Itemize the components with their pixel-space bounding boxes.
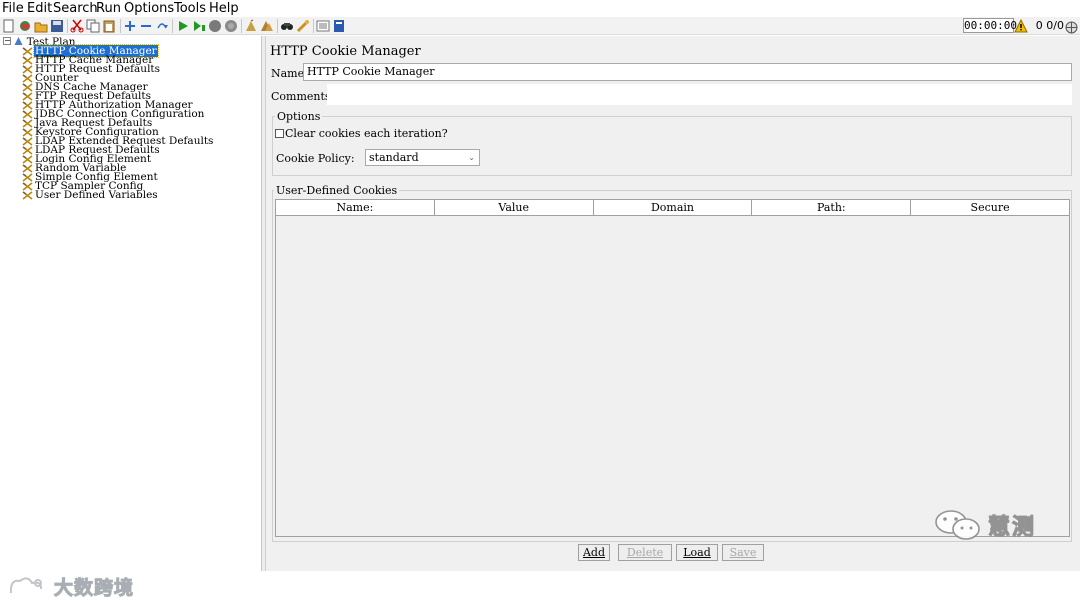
- col-secure[interactable]: Secure: [911, 200, 1069, 215]
- thread-counts: 0 0/0: [1035, 19, 1064, 32]
- config-element-icon: [22, 101, 34, 110]
- config-element-icon: [22, 182, 34, 191]
- watermark-left-text: 大数跨境: [53, 576, 135, 599]
- save-icon[interactable]: [50, 19, 64, 33]
- delete-button[interactable]: Delete: [618, 544, 672, 561]
- menu-bar: File Edit Search Run Options Tools Help: [0, 0, 1080, 17]
- watermark-right-text: 慧测: [987, 515, 1037, 541]
- clear-icon[interactable]: [244, 19, 258, 33]
- paste-icon[interactable]: [102, 19, 116, 33]
- open-icon[interactable]: [34, 19, 48, 33]
- panel-title: HTTP Cookie Manager: [270, 44, 421, 59]
- toolbar: 00:00:00 0 0/0: [0, 17, 1080, 35]
- config-element-icon: [22, 146, 34, 155]
- collapse-icon[interactable]: [139, 19, 153, 33]
- cookies-label: User-Defined Cookies: [274, 184, 400, 197]
- help-icon[interactable]: [332, 19, 346, 33]
- col-name[interactable]: Name:: [276, 200, 435, 215]
- config-element-icon: [22, 56, 34, 65]
- menu-tools[interactable]: Tools: [174, 1, 206, 16]
- start-no-pauses-icon[interactable]: [192, 19, 206, 33]
- config-element-icon: [22, 47, 34, 56]
- toggle-icon[interactable]: [155, 19, 169, 33]
- new-icon[interactable]: [2, 19, 16, 33]
- search-icon[interactable]: [280, 19, 294, 33]
- collapse-toggle-icon[interactable]: −: [3, 37, 11, 45]
- menu-edit[interactable]: Edit: [27, 1, 52, 16]
- watermark-right: 慧测: [934, 508, 1036, 542]
- config-element-icon: [22, 74, 34, 83]
- clear-all-icon[interactable]: [260, 19, 274, 33]
- col-domain[interactable]: Domain: [594, 200, 753, 215]
- config-element-icon: [22, 164, 34, 173]
- watermark-left: 大数跨境: [8, 573, 134, 599]
- expand-icon[interactable]: [123, 19, 137, 33]
- config-element-icon: [22, 92, 34, 101]
- cookies-table[interactable]: Name: Value Domain Path: Secure: [275, 199, 1070, 537]
- reset-search-icon[interactable]: [296, 19, 310, 33]
- test-plan-icon: [14, 37, 23, 46]
- name-field[interactable]: HTTP Cookie Manager: [303, 63, 1072, 81]
- config-element-icon: [22, 128, 34, 137]
- cookie-policy-select[interactable]: standard ⌄: [365, 149, 480, 166]
- chevron-down-icon[interactable]: ⌄: [468, 150, 475, 165]
- comments-field[interactable]: [327, 84, 1072, 105]
- save-button[interactable]: Save: [722, 544, 764, 561]
- warning-icon[interactable]: [1014, 18, 1028, 33]
- table-header: Name: Value Domain Path: Secure: [276, 200, 1069, 216]
- clear-cookies-checkbox[interactable]: Clear cookies each iteration?: [275, 127, 448, 140]
- test-plan-tree[interactable]: − Test Plan HTTP Cookie Manager HTTP Cach…: [0, 36, 262, 599]
- config-element-icon: [22, 191, 34, 200]
- config-element-icon: [22, 65, 34, 74]
- copy-icon[interactable]: [86, 19, 100, 33]
- remote-globe-icon[interactable]: [1065, 19, 1078, 34]
- start-icon[interactable]: [176, 19, 190, 33]
- config-element-icon: [22, 137, 34, 146]
- tree-item-label: User Defined Variables: [35, 189, 158, 201]
- elapsed-timer: 00:00:00: [963, 18, 1017, 33]
- config-element-icon: [22, 155, 34, 164]
- config-element-icon: [22, 83, 34, 92]
- cut-icon[interactable]: [70, 19, 84, 33]
- templates-icon[interactable]: [18, 19, 32, 33]
- config-panel: HTTP Cookie Manager Name: HTTP Cookie Ma…: [266, 36, 1080, 571]
- cookie-policy-label: Cookie Policy:: [276, 152, 355, 165]
- menu-search[interactable]: Search: [53, 1, 98, 16]
- options-label: Options: [275, 110, 323, 123]
- checkbox-icon[interactable]: [275, 129, 284, 138]
- menu-help[interactable]: Help: [209, 1, 239, 16]
- menu-options[interactable]: Options: [124, 1, 174, 16]
- clear-cookies-label: Clear cookies each iteration?: [285, 127, 448, 140]
- stop-icon[interactable]: [208, 19, 222, 33]
- col-value[interactable]: Value: [435, 200, 594, 215]
- wechat-icon: [935, 510, 980, 540]
- tree-item[interactable]: User Defined Variables: [22, 189, 159, 201]
- cookie-policy-value: standard: [369, 151, 419, 164]
- function-helper-icon[interactable]: [316, 19, 330, 33]
- config-element-icon: [22, 173, 34, 182]
- shutdown-icon[interactable]: [224, 19, 238, 33]
- comments-label: Comments:: [271, 90, 335, 103]
- config-element-icon: [22, 110, 34, 119]
- brand-logo-icon: [9, 577, 43, 594]
- menu-file[interactable]: File: [2, 1, 24, 16]
- load-button[interactable]: Load: [676, 544, 718, 561]
- options-group: [272, 116, 1072, 176]
- col-path[interactable]: Path:: [752, 200, 912, 215]
- menu-run[interactable]: Run: [96, 1, 121, 16]
- config-element-icon: [22, 119, 34, 128]
- add-button[interactable]: Add: [578, 544, 610, 561]
